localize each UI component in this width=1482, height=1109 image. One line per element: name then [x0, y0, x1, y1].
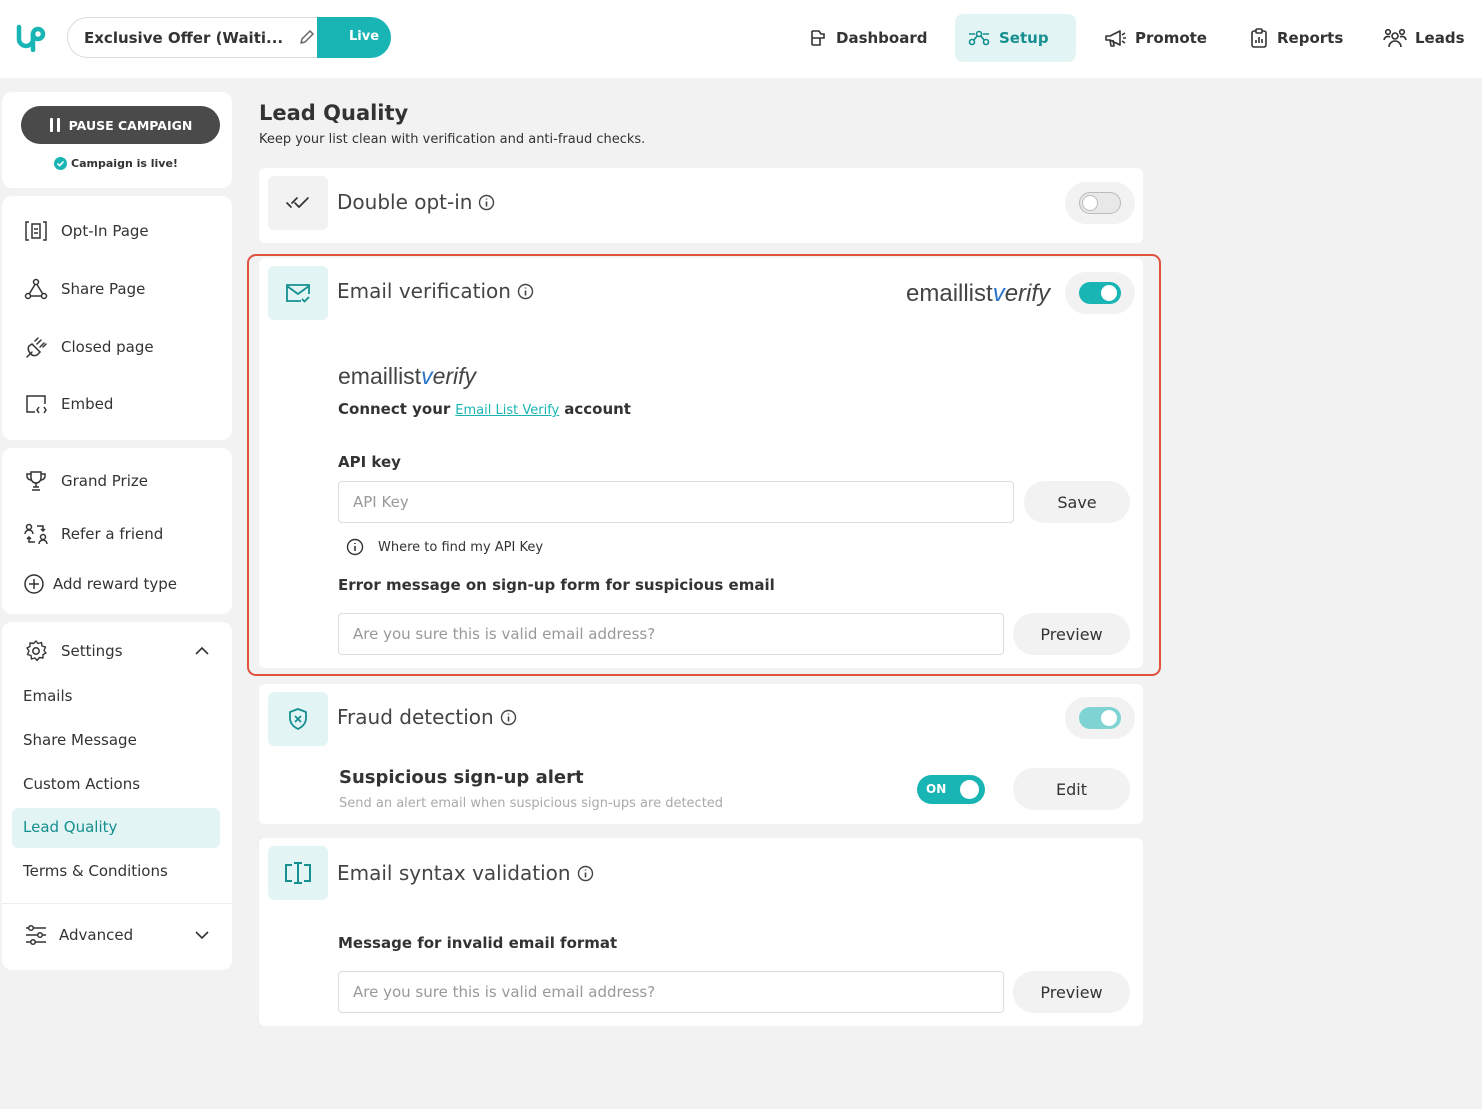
fraud-detection-label: Fraud detection — [337, 705, 494, 729]
sidebar-item-label: Grand Prize — [61, 472, 148, 490]
check-circle-icon — [54, 157, 68, 170]
suspicious-alert-description: Send an alert email when suspicious sign… — [339, 796, 724, 811]
pause-campaign-button[interactable]: PAUSE CAMPAIGN — [21, 106, 220, 144]
advanced-section-header[interactable]: Advanced — [23, 920, 133, 950]
app-logo[interactable] — [16, 24, 46, 52]
toggle-on-label: ON — [926, 782, 947, 796]
syntax-validation-title: Email syntax validation — [337, 861, 594, 885]
settings-section-header[interactable]: Settings — [23, 636, 123, 666]
toggle-track — [1079, 192, 1121, 214]
sidebar-item-refer-a-friend[interactable]: Refer a friend — [23, 519, 163, 549]
double-check-icon — [285, 195, 311, 211]
nav-dashboard-label: Dashboard — [836, 29, 928, 47]
pause-campaign-label: PAUSE CAMPAIGN — [68, 117, 193, 133]
sidebar-item-share-page[interactable]: Share Page — [23, 274, 145, 304]
highlight-box — [247, 254, 1161, 676]
fraud-detection-toggle[interactable] — [1065, 697, 1135, 739]
sliders-icon — [23, 923, 49, 947]
sidebar-item-label: Embed — [61, 395, 114, 413]
sidebar-item-terms-conditions[interactable]: Terms & Conditions — [23, 862, 168, 880]
sidebar-item-label: Opt-In Page — [61, 222, 149, 240]
gear-icon — [23, 639, 49, 663]
sidebar-item-label: Refer a friend — [61, 525, 164, 543]
shield-x-icon — [287, 707, 309, 731]
invalid-format-input[interactable]: Are you sure this is valid email address… — [338, 971, 1004, 1013]
nav-dashboard[interactable]: Dashboard — [796, 14, 939, 62]
pause-icon — [49, 117, 61, 133]
people-icon — [1383, 27, 1407, 49]
campaign-selector[interactable]: Exclusive Offer (Waiti... Live — [67, 17, 391, 58]
edit-button[interactable]: Edit — [1013, 768, 1130, 810]
add-reward-label: Add reward type — [53, 575, 178, 593]
double-optin-title: Double opt-in — [337, 190, 495, 214]
nav-reports[interactable]: Reports — [1237, 14, 1355, 62]
sidebar-item-lead-quality[interactable]: Lead Quality — [23, 818, 117, 836]
nav-promote[interactable]: Promote — [1091, 14, 1219, 62]
pencil-icon[interactable] — [298, 28, 316, 46]
dashboard-icon — [808, 28, 828, 48]
settings-label: Settings — [61, 642, 123, 660]
share-page-icon — [23, 277, 49, 301]
text-cursor-icon — [283, 860, 313, 886]
sidebar-item-opt-in-page[interactable]: Opt-In Page — [23, 216, 149, 246]
shield-tile — [268, 692, 328, 746]
double-optin-toggle[interactable] — [1065, 182, 1135, 224]
sidebar-item-emails[interactable]: Emails — [23, 687, 72, 705]
embed-icon — [23, 392, 49, 416]
campaign-live-status: Campaign is live! — [0, 157, 232, 170]
nav-setup-label: Setup — [999, 29, 1049, 47]
sidebar-item-label: Share Page — [61, 280, 146, 298]
double-check-tile — [268, 176, 328, 230]
page-subtitle: Keep your list clean with verification a… — [259, 132, 646, 147]
sidebar-item-label: Closed page — [61, 338, 154, 356]
live-label: Live — [349, 29, 380, 44]
sidebar-item-grand-prize[interactable]: Grand Prize — [23, 466, 148, 496]
suspicious-alert-toggle[interactable]: ON — [917, 775, 985, 804]
chevron-up-icon[interactable] — [194, 644, 210, 658]
nav-leads-label: Leads — [1415, 29, 1465, 47]
chevron-down-icon[interactable] — [194, 928, 210, 942]
campaign-name[interactable]: Exclusive Offer (Waiti... — [84, 29, 283, 47]
toggle-knob — [1101, 710, 1117, 726]
setup-icon — [967, 28, 991, 48]
divider — [2, 903, 232, 904]
info-icon[interactable] — [577, 865, 594, 882]
toggle-track — [1079, 707, 1121, 729]
suspicious-alert-title: Suspicious sign-up alert — [339, 767, 584, 788]
double-optin-label: Double opt-in — [337, 190, 473, 214]
toggle-knob — [1082, 195, 1098, 211]
megaphone-icon — [1103, 28, 1127, 48]
nav-leads[interactable]: Leads — [1371, 14, 1477, 62]
clipboard-chart-icon — [1249, 27, 1269, 49]
sidebar-item-share-message[interactable]: Share Message — [23, 731, 137, 749]
nav-promote-label: Promote — [1135, 29, 1207, 47]
plus-circle-icon — [23, 573, 45, 595]
nav-setup[interactable]: Setup — [955, 14, 1076, 62]
settings-card — [2, 622, 232, 970]
preview-button[interactable]: Preview — [1013, 971, 1130, 1013]
nav-reports-label: Reports — [1277, 29, 1344, 47]
sidebar-item-closed-page[interactable]: Closed page — [23, 332, 154, 362]
info-icon[interactable] — [478, 194, 495, 211]
advanced-label: Advanced — [59, 926, 134, 944]
plug-icon — [23, 335, 49, 359]
sidebar-item-embed[interactable]: Embed — [23, 389, 113, 419]
live-status-text: Campaign is live! — [71, 157, 178, 170]
invalid-format-label: Message for invalid email format — [338, 934, 618, 952]
add-reward-type-button[interactable]: Add reward type — [23, 569, 177, 599]
sidebar-item-custom-actions[interactable]: Custom Actions — [23, 775, 140, 793]
trophy-icon — [23, 469, 49, 493]
fraud-detection-title: Fraud detection — [337, 705, 517, 729]
page-title: Lead Quality — [259, 101, 409, 125]
live-toggle[interactable]: Live — [317, 17, 391, 58]
opt-in-page-icon — [23, 219, 49, 243]
syntax-validation-label: Email syntax validation — [337, 861, 571, 885]
text-cursor-tile — [268, 846, 328, 900]
info-icon[interactable] — [500, 709, 517, 726]
refer-friend-icon — [23, 522, 49, 546]
toggle-knob — [960, 780, 979, 799]
